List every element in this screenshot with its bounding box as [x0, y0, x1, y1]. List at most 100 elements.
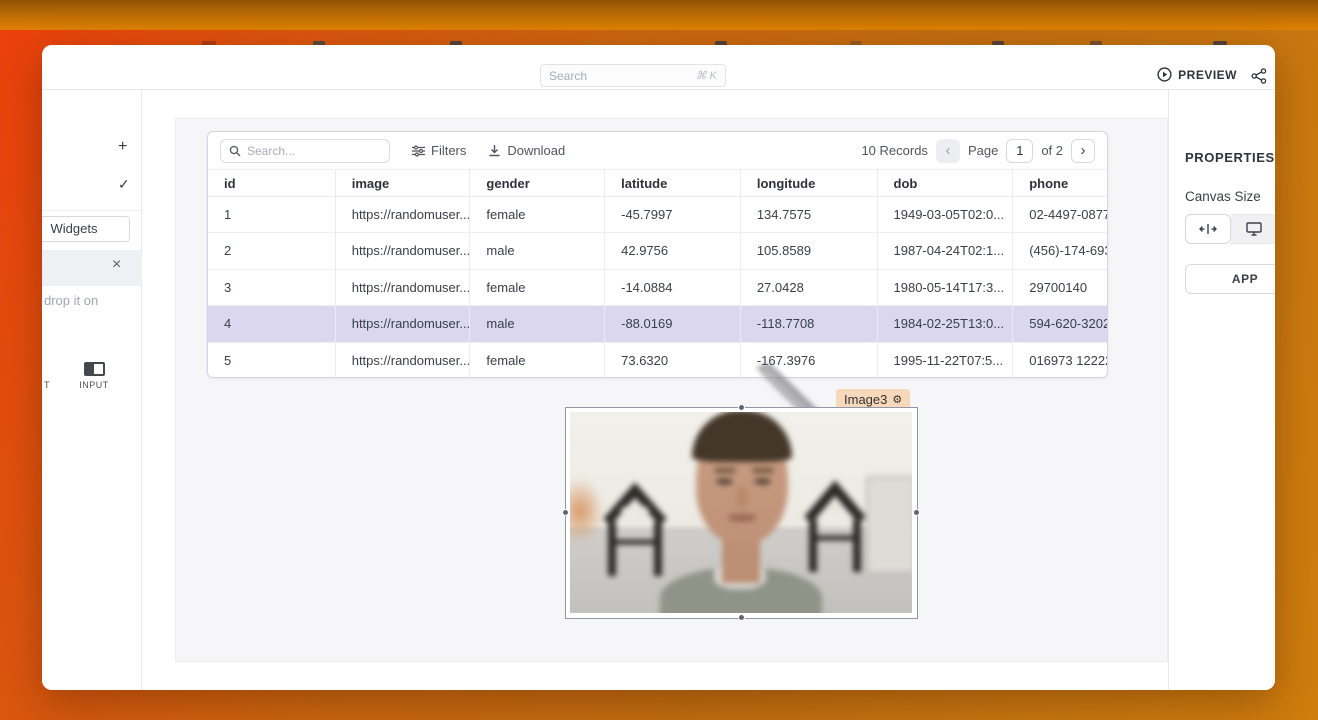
table-cell: 1949-03-05T02:0... — [878, 197, 1014, 232]
table-cell: 4 — [208, 306, 336, 341]
table-row[interactable]: 5https://randomuser...female73.6320-167.… — [208, 343, 1107, 378]
table-search-input[interactable]: Search... — [220, 139, 390, 163]
table-cell: 02-4497-0877 — [1013, 197, 1107, 232]
table-row[interactable]: 4https://randomuser...male-88.0169-118.7… — [208, 306, 1107, 342]
next-page-button[interactable]: › — [1071, 139, 1095, 163]
left-sidebar: + ✓ Widgets × drop it on T INPUT — [42, 90, 142, 690]
table-cell: 1995-11-22T07:5... — [878, 343, 1014, 378]
table-widget[interactable]: Search... Filters Download 10 Records ‹ … — [207, 131, 1108, 378]
topbar: Search ⌘ K PREVIEW — [42, 45, 1275, 90]
column-header-dob[interactable]: dob — [878, 170, 1014, 196]
table-cell: 5 — [208, 343, 336, 378]
table-cell: https://randomuser... — [336, 270, 471, 305]
table-cell: -118.7708 — [741, 306, 878, 341]
table-cell: female — [470, 197, 605, 232]
image-widget[interactable] — [565, 407, 918, 619]
table-search-placeholder: Search... — [247, 144, 295, 158]
page-label: Page — [968, 143, 998, 158]
resize-handle-bottom[interactable] — [738, 614, 745, 621]
table-cell: male — [470, 233, 605, 268]
table-cell: -45.7997 — [605, 197, 741, 232]
table-cell: 73.6320 — [605, 343, 741, 378]
filter-lines-icon — [412, 145, 425, 157]
widgets-search-box[interactable]: Widgets — [42, 216, 130, 242]
widgets-panel-header: × — [42, 250, 142, 286]
table-cell: 42.9756 — [605, 233, 741, 268]
table-cell: (456)-174-693 — [1013, 233, 1107, 268]
table-cell: https://randomuser... — [336, 306, 471, 341]
table-cell: 016973 12222 — [1013, 343, 1107, 378]
canvas-size-toggle — [1185, 214, 1275, 244]
prev-page-button[interactable]: ‹ — [936, 139, 960, 163]
preview-button[interactable]: PREVIEW — [1157, 67, 1237, 82]
app-builder-window: Search ⌘ K PREVIEW + ✓ Widgets × drop it… — [42, 45, 1275, 690]
global-search-input[interactable]: Search ⌘ K — [540, 64, 726, 87]
play-circle-icon — [1157, 67, 1172, 82]
download-label: Download — [507, 143, 565, 158]
image-widget-name: Image3 — [844, 392, 887, 407]
photo-blurred-layers — [570, 412, 912, 613]
canvas-size-label: Canvas Size — [1185, 189, 1261, 204]
table-body: 1https://randomuser...female-45.7997134.… — [208, 197, 1107, 378]
apply-button[interactable]: APP — [1185, 264, 1275, 294]
table-cell: 1984-02-25T13:0... — [878, 306, 1014, 341]
filters-button[interactable]: Filters — [412, 143, 466, 158]
table-cell: female — [470, 270, 605, 305]
input-widget-label[interactable]: INPUT — [64, 380, 124, 390]
table-cell: 1980-05-14T17:3... — [878, 270, 1014, 305]
filters-label: Filters — [431, 143, 466, 158]
column-header-image[interactable]: image — [336, 170, 471, 196]
search-shortcut-hint: ⌘ K — [696, 69, 717, 82]
sidebar-divider — [42, 210, 142, 211]
table-cell: 27.0428 — [741, 270, 878, 305]
table-cell: 1987-04-24T02:1... — [878, 233, 1014, 268]
page-number-input[interactable] — [1006, 139, 1033, 163]
widget-settings-gear-icon[interactable]: ⚙ — [892, 393, 902, 406]
close-icon[interactable]: × — [112, 256, 121, 274]
properties-panel: PROPERTIES Canvas Size APP — [1168, 90, 1275, 690]
fit-width-button[interactable] — [1185, 214, 1231, 244]
table-toolbar: Search... Filters Download 10 Records ‹ … — [208, 132, 1107, 169]
share-icon[interactable] — [1251, 68, 1267, 89]
table-cell: https://randomuser... — [336, 233, 471, 268]
preview-label: PREVIEW — [1178, 68, 1237, 82]
table-cell: male — [470, 306, 605, 341]
table-row[interactable]: 1https://randomuser...female-45.7997134.… — [208, 197, 1107, 233]
search-icon — [229, 145, 241, 157]
add-icon[interactable]: + — [118, 138, 127, 156]
table-cell: 29700140 — [1013, 270, 1107, 305]
download-button[interactable]: Download — [488, 143, 565, 158]
properties-title: PROPERTIES — [1185, 150, 1275, 165]
table-cell: 134.7575 — [741, 197, 878, 232]
table-cell: 3 — [208, 270, 336, 305]
table-cell: 105.8589 — [741, 233, 878, 268]
check-icon[interactable]: ✓ — [118, 176, 130, 193]
monitor-icon — [1246, 222, 1262, 236]
desktop-bottom-band — [0, 0, 1318, 30]
table-cell: 1 — [208, 197, 336, 232]
page-total: of 2 — [1041, 143, 1063, 158]
table-cell: 594-620-3202 — [1013, 306, 1107, 341]
table-row[interactable]: 3https://randomuser...female-14.088427.0… — [208, 270, 1107, 306]
resize-handle-left[interactable] — [562, 509, 569, 516]
table-row[interactable]: 2https://randomuser...male42.9756105.858… — [208, 233, 1107, 269]
records-count: 10 Records — [861, 143, 927, 158]
table-cell: 2 — [208, 233, 336, 268]
column-header-id[interactable]: id — [208, 170, 336, 196]
table-cell: https://randomuser... — [336, 343, 471, 378]
table-pagination: 10 Records ‹ Page of 2 › — [861, 139, 1095, 163]
resize-handle-top[interactable] — [738, 404, 745, 411]
input-widget-icon[interactable] — [84, 362, 105, 376]
resize-handle-right[interactable] — [913, 509, 920, 516]
desktop-size-button[interactable] — [1231, 214, 1275, 244]
drop-hint-text: drop it on — [44, 293, 98, 308]
table-cell: -14.0884 — [605, 270, 741, 305]
global-search-placeholder: Search — [549, 69, 587, 83]
column-header-phone[interactable]: phone — [1013, 170, 1107, 196]
image-widget-photo — [570, 412, 912, 613]
table-header-row: idimagegenderlatitudelongitudedobphone — [208, 169, 1107, 197]
column-header-longitude[interactable]: longitude — [741, 170, 878, 196]
column-header-gender[interactable]: gender — [470, 170, 605, 196]
column-header-latitude[interactable]: latitude — [605, 170, 741, 196]
fit-width-icon — [1199, 223, 1217, 235]
